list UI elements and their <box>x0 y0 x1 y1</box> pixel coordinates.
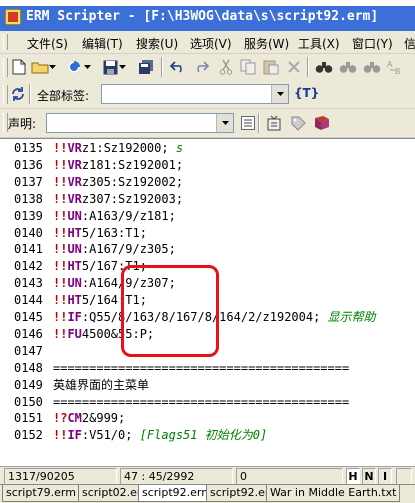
menu-search[interactable]: 搜索(U) <box>136 35 178 52</box>
refresh-icon[interactable] <box>8 84 28 104</box>
svg-text:A: A <box>387 60 393 69</box>
toolbar-separator <box>29 84 31 104</box>
resize-grip-icon[interactable] <box>396 468 412 485</box>
line-number: 0146 <box>14 326 43 341</box>
status-mode-i[interactable]: I <box>378 468 392 485</box>
tab-script79-erm[interactable]: script79.erm <box>2 485 80 502</box>
delete-icon[interactable] <box>284 57 304 77</box>
erm-scripter-icon[interactable] <box>5 9 21 25</box>
menu-tools[interactable]: 工具(X) <box>298 35 340 52</box>
window-title: ERM Scripter - [F:\H3WOG\data\s\script92… <box>26 9 379 24</box>
svg-text:B: B <box>395 67 400 75</box>
menu-window[interactable]: 窗口(Y) <box>352 35 393 52</box>
save-dropdown-icon[interactable] <box>117 57 127 77</box>
declaration-toolbar: 声明: <box>0 109 415 138</box>
compile-dropdown-icon[interactable] <box>82 57 92 77</box>
line-number: 0149 <box>14 377 43 392</box>
main-toolbar: AB <box>0 54 415 82</box>
declaration-combobox[interactable] <box>46 113 234 133</box>
code-text: !!VRz307:Sz192003; <box>53 191 184 206</box>
chevron-down-icon[interactable] <box>216 114 233 132</box>
toolbar-separator <box>161 57 163 77</box>
title-bar: ERM Scripter - [F:\H3WOG\data\s\script92… <box>0 0 415 31</box>
tab-war-in-middle-earth[interactable]: War in Middle Earth.txt <box>266 485 401 502</box>
status-mode-n[interactable]: N <box>362 468 376 485</box>
line-number: 0140 <box>14 225 43 240</box>
chevron-down-icon[interactable] <box>271 85 288 103</box>
line-number: 0136 <box>14 157 43 172</box>
code-editor[interactable]: 0135 !!VRz1:Sz192000; s 0136 !!VRz181:Sz192… <box>0 138 415 466</box>
declaration-label: 声明: <box>8 117 37 131</box>
t-button[interactable]: {T} <box>294 86 319 100</box>
compile-icon[interactable] <box>64 57 84 77</box>
menu-grip <box>3 34 8 50</box>
title-top-strip <box>0 0 415 6</box>
code-text: ========================================… <box>53 394 350 409</box>
code-comment: [Flags51 初始化为0] <box>132 428 268 443</box>
paste-icon[interactable] <box>261 57 281 77</box>
code-text: !!HT5/163:T1; <box>53 225 147 240</box>
line-number: 0137 <box>14 174 43 189</box>
labels-toolbar: 全部标签: {T} <box>0 81 415 109</box>
status-bar: 1317/90205 47 : 45/2992 0 H N I <box>0 466 415 485</box>
status-cursor: 47 : 45/2992 <box>120 468 233 485</box>
menu-options[interactable]: 选项(V) <box>190 35 232 52</box>
copy-icon[interactable] <box>238 57 258 77</box>
file-tabs: script79.erm script02.ert script92.erm s… <box>0 484 415 503</box>
save-all-icon[interactable] <box>136 57 156 77</box>
line-number: 0142 <box>14 259 43 274</box>
toolbar-separator <box>258 113 260 133</box>
line-number: 0148 <box>14 360 43 375</box>
code-text: !!VRz181:Sz192001; <box>53 157 184 172</box>
find-icon[interactable] <box>314 57 334 77</box>
cut-icon[interactable] <box>216 57 236 77</box>
replace-icon[interactable]: AB <box>386 57 406 77</box>
code-text: ========================================… <box>53 360 350 375</box>
code-comment: 显示帮助 <box>320 310 376 324</box>
open-dropdown-icon[interactable] <box>47 57 57 77</box>
line-number: 0152 <box>14 428 43 443</box>
line-number: 0145 <box>14 310 43 324</box>
properties-icon[interactable] <box>265 113 285 133</box>
code-text: !!UN:A167/9/z305; <box>53 242 176 257</box>
all-labels-label: 全部标签: <box>37 89 90 103</box>
code-comment: s <box>168 141 184 155</box>
line-number: 0139 <box>14 208 43 223</box>
list-icon[interactable] <box>238 113 258 133</box>
code-text: !?CM2&999; <box>53 411 126 426</box>
code-text: 英雄界面的主菜单 <box>53 377 150 392</box>
tag-icon[interactable] <box>288 113 308 133</box>
line-number: 0141 <box>14 242 43 257</box>
line-number: 0138 <box>14 191 43 206</box>
status-position: 1317/90205 <box>4 468 117 485</box>
code-text: !!UN:A163/9/z181; <box>53 208 176 223</box>
status-value: 0 <box>236 468 343 485</box>
new-file-icon[interactable] <box>9 57 29 77</box>
help-book-icon[interactable] <box>312 113 332 133</box>
menu-file[interactable]: 文件(S) <box>27 35 68 52</box>
toolbar-grip <box>3 58 8 77</box>
line-number: 0151 <box>14 411 43 426</box>
code-text: !!VRz305:Sz192002; <box>53 174 184 189</box>
undo-icon[interactable] <box>168 57 188 77</box>
status-mode-h[interactable]: H <box>346 468 360 485</box>
find-next-icon[interactable] <box>338 57 358 77</box>
tab-script92-erm[interactable]: script92.erm <box>138 485 216 502</box>
menu-edit[interactable]: 编辑(T) <box>82 35 123 52</box>
code-text: !!IF:V51/0; [Flags51 初始化为0] <box>53 428 268 443</box>
find-previous-icon[interactable] <box>362 57 382 77</box>
menu-service[interactable]: 服务(W) <box>244 35 289 52</box>
toolbar-separator <box>307 57 309 77</box>
line-number: 0150 <box>14 394 43 409</box>
highlight-annotation-box <box>121 265 219 357</box>
redo-icon[interactable] <box>191 57 211 77</box>
line-number: 0135 <box>14 141 43 155</box>
code-text: !!VRz1:Sz192000; s <box>53 141 184 155</box>
line-number: 0147 <box>14 343 43 358</box>
all-labels-combobox[interactable] <box>101 84 289 104</box>
line-number: 0143 <box>14 276 43 291</box>
line-number: 0144 <box>14 293 43 308</box>
menu-info[interactable]: 信 <box>404 35 415 52</box>
menu-bar: 文件(S) 编辑(T) 搜索(U) 选项(V) 服务(W) 工具(X) 窗口(Y… <box>0 31 415 54</box>
